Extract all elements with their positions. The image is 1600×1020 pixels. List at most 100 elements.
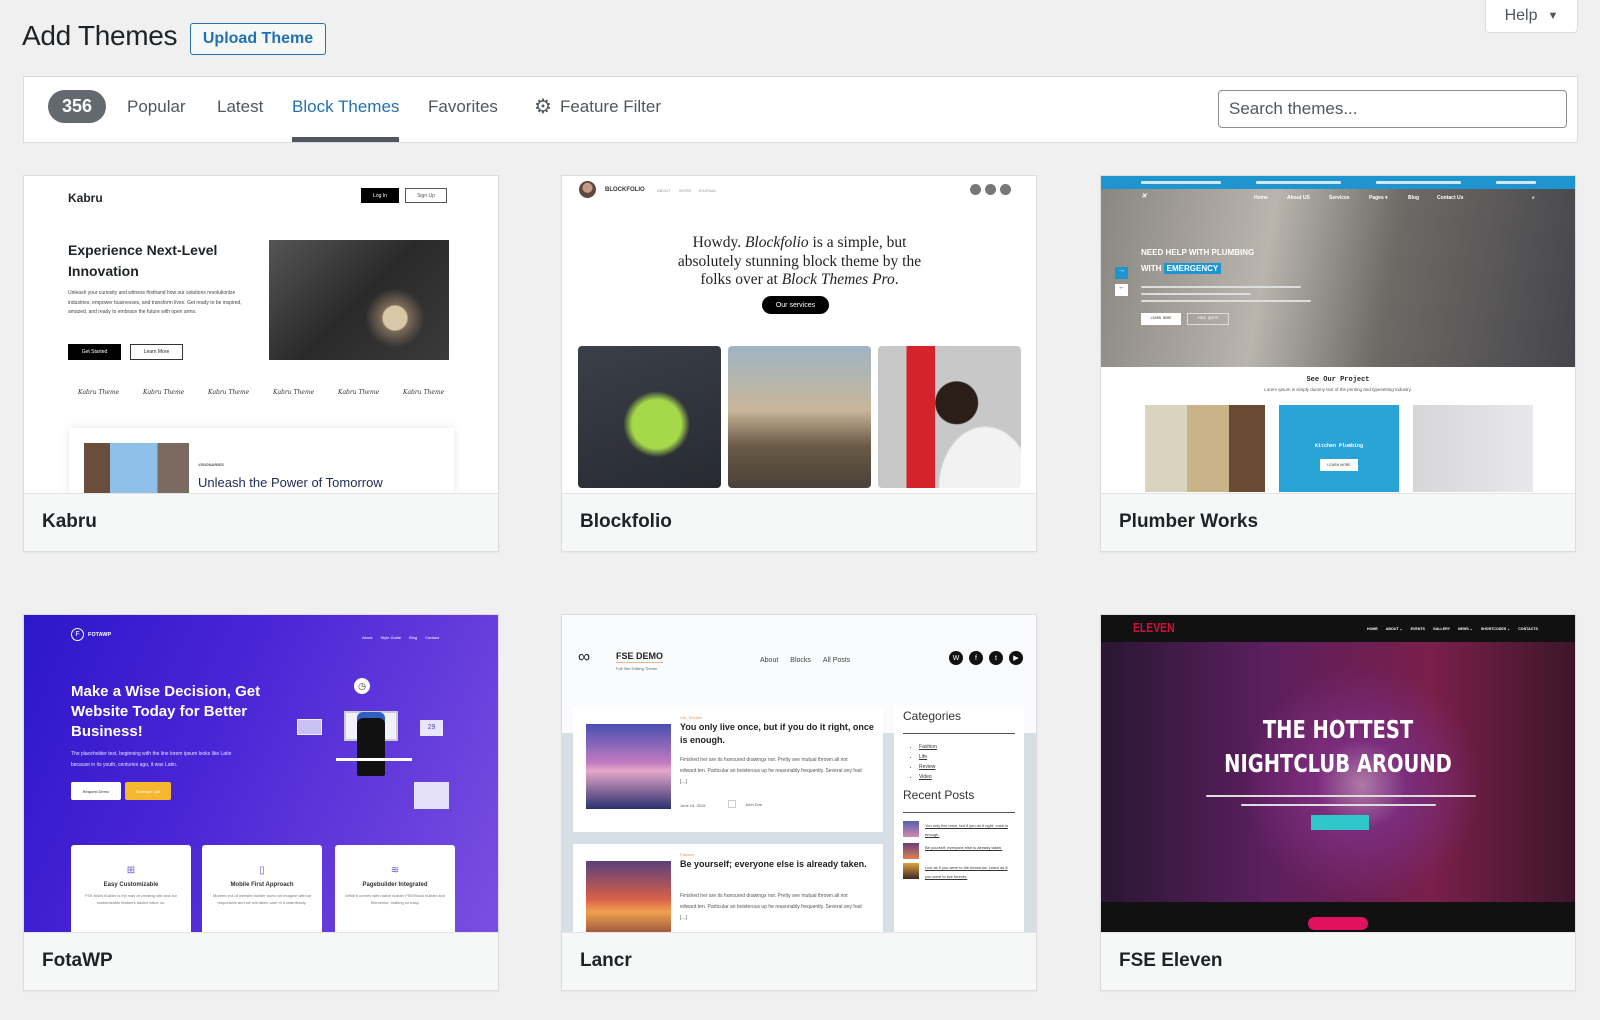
preview-feature-card: VISIONARIES Unleash the Power of Tomorro… [69,428,454,493]
preview-nav-item: Pages ▾ [1369,195,1388,201]
preview-slider-next-icon: → [1115,267,1128,279]
theme-card-fotawp[interactable]: F FOTAWP About Style Guide Blog Contact Make… [23,614,499,991]
preview-login: Log In [361,188,399,203]
theme-name: FotaWP [24,932,498,990]
search-icon: ⌕ [1532,195,1535,201]
theme-name: Kabru [24,493,498,551]
preview-project-button: LEARN MORE [1320,459,1358,471]
preview-headline: THE HOTTEST NIGHTCLUB AROUND [1224,715,1452,778]
preview-pill-button [1308,917,1368,930]
preview-headline: NEED HELP WITH PLUMBING WITH EMERGENCY [1141,248,1255,274]
preview-sidebar: Categories FashionLifeReviewVideo Recent… [894,705,1024,932]
preview-section-title: See Our Project [1306,376,1370,384]
preview-headline: Howdy. Blockfolio is a simple, but absol… [662,234,937,290]
grid-icon: ⊞ [126,865,136,876]
caret-down-icon: ▼ [1547,9,1559,22]
preview-illustration-box [414,782,449,809]
preview-nav-item: Home [1254,195,1268,201]
preview-logo: ELEVEN [1133,620,1175,635]
preview-nav-item: Contact Us [1437,195,1464,201]
theme-card-fse-eleven[interactable]: ELEVEN HOME ABOUT ⌄ EVENTS GALLERY NEWS ⌄ SHO… [1100,614,1576,991]
preview-post: Life, Review You only live once, but if … [573,707,883,832]
preview-slider-prev-icon: ← [1115,284,1128,296]
preview-illustration-person [357,718,385,776]
theme-card-blockfolio[interactable]: BLOCKFOLIO ABOUT WORK JOURNAL Howdy. Blo… [561,175,1037,552]
tab-popular[interactable]: Popular [127,97,186,142]
social-icon [1000,184,1011,195]
preview-image-portrait [878,346,1021,488]
preview-signup: Sign Up [405,188,447,203]
preview-card-image [84,443,189,493]
preview-paragraph: The placeholder text, beginning with the… [71,751,232,768]
preview-cta-1: LEARN MORE [1141,313,1181,325]
preview-project-image: Kitchen Plumbing LEARN MORE [1279,405,1399,492]
headline-part: Blockfolio [744,234,809,251]
preview-logo: F FOTAWP [71,628,111,641]
preview-cta-1: Request Demo [71,782,121,800]
help-tab-button[interactable]: Help ▼ [1485,0,1578,33]
preview-cta: Our services [762,296,829,314]
tab-latest[interactable]: Latest [217,97,263,142]
preview-cta-1: Get Started [68,344,121,360]
theme-name: Blockfolio [562,493,1036,551]
theme-name: Plumber Works [1101,493,1575,551]
image-icon [297,719,322,735]
preview-feature-card: ⊞ Easy Customizable FSE block builder is t… [71,845,191,932]
preview-logo-strip: Kabru Theme [208,389,250,396]
preview-nav-item: About US [1287,195,1310,201]
headline-part: Block Themes Pro [781,271,895,288]
preview-nav-item: Blog [1408,195,1420,201]
mobile-icon: ▯ [259,865,265,876]
preview-logo-strip: Kabru Theme [403,389,445,396]
preview-logo: BLOCKFOLIO [605,187,645,193]
preview-hero-image [1101,189,1575,367]
theme-screenshot[interactable]: Kabru Log In Sign Up Experience Next-Lev… [24,176,498,493]
preview-logo: Kabru [68,191,103,205]
preview-cta-button [1311,815,1369,830]
preview-logo-strip: Kabru Theme [338,389,380,396]
theme-card-lancr[interactable]: ∞ FSE DEMO Full Site Editing Theme About… [561,614,1037,991]
youtube-icon: ▶ [1009,651,1023,665]
preview-logo-icon: ✕ [1141,193,1147,200]
twitter-icon: t [989,651,1003,665]
preview-paragraph: Unleash your curiosity and witness first… [68,290,242,315]
theme-screenshot[interactable]: BLOCKFOLIO ABOUT WORK JOURNAL Howdy. Blo… [562,176,1036,493]
preview-cta-2: FREE QUOTE [1187,313,1229,325]
preview-headline: Experience Next-Level Innovation [68,242,218,279]
theme-name: Lancr [562,932,1036,990]
preview-logo-strip: Kabru Theme [143,389,185,396]
preview-avatar [579,181,596,198]
theme-card-kabru[interactable]: Kabru Log In Sign Up Experience Next-Lev… [23,175,499,552]
theme-card-plumber-works[interactable]: ✕ Home About US Services Pages ▾ Blog Co… [1100,175,1576,552]
preview-nav-item: ABOUT [657,188,671,193]
feature-filter-label: Feature Filter [559,96,662,116]
theme-screenshot[interactable]: ELEVEN HOME ABOUT ⌄ EVENTS GALLERY NEWS ⌄ SHO… [1101,615,1575,932]
tab-block-themes[interactable]: Block Themes [292,97,400,142]
preview-project-title: Kitchen Plumbing [1314,443,1363,449]
preview-card-title: Unleash the Power of Tomorrow [198,475,383,490]
preview-tagline: Full Site Editing Theme [616,666,658,671]
facebook-icon: f [969,651,983,665]
theme-filter-bar: 356 Popular Latest Block Themes Favorite… [23,76,1578,143]
preview-nav: HOME ABOUT ⌄ EVENTS GALLERY NEWS ⌄ SHORTCODES… [1367,627,1538,631]
preview-topbar [1101,176,1575,189]
theme-name: FSE Eleven [1101,932,1575,990]
upload-theme-button[interactable]: Upload Theme [190,23,326,55]
theme-count-badge: 356 [48,90,106,123]
feature-filter-button[interactable]: ⚙ Feature Filter [534,94,661,119]
help-label: Help [1504,6,1538,24]
headline-part: . [894,271,899,288]
preview-cta-2: Schedule Call [125,782,171,800]
tab-favorites[interactable]: Favorites [428,97,498,142]
preview-illustration-desk [336,758,412,761]
preview-headline: Make a Wise Decision, Get Website Today … [71,683,261,740]
preview-nav: About Style Guide Blog Contact [362,635,439,640]
preview-image-skater [728,346,871,488]
theme-screenshot[interactable]: F FOTAWP About Style Guide Blog Contact Make… [24,615,498,932]
theme-screenshot[interactable]: ∞ FSE DEMO Full Site Editing Theme About… [562,615,1036,932]
preview-project-image [1413,405,1533,492]
preview-post-image [586,861,671,932]
theme-screenshot[interactable]: ✕ Home About US Services Pages ▾ Blog Co… [1101,176,1575,493]
search-themes-input[interactable] [1218,90,1567,128]
layers-icon: ≋ [390,865,400,876]
